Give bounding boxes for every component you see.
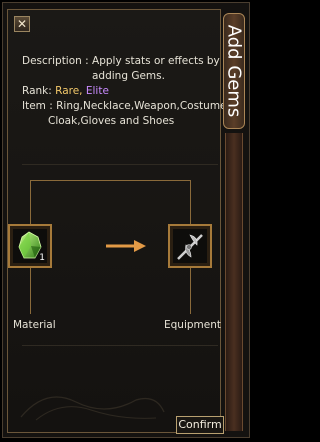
equipment-caption: Equipment (164, 319, 221, 331)
description-row: Description : Apply stats or effects by (22, 54, 222, 69)
rank-elite: Elite (85, 85, 109, 97)
rank-rare: Rare, (55, 85, 83, 97)
equipment-slot[interactable] (168, 224, 212, 268)
top-connector-line (30, 180, 190, 181)
material-count: 1 (39, 253, 45, 263)
material-caption: Material (13, 319, 56, 331)
description-text-row-2: adding Gems. (22, 69, 222, 84)
left-top-line (30, 180, 31, 224)
material-slot-inner: 1 (13, 229, 47, 263)
add-gems-window: ✕ Description : Apply stats or effects b… (2, 2, 250, 438)
decorative-scroll (20, 396, 165, 421)
rank-label: Rank: (22, 85, 52, 97)
add-gems-tab: Add Gems (223, 13, 245, 129)
side-tab-title: Add Gems (223, 24, 245, 118)
right-bottom-line (190, 268, 191, 314)
material-slot[interactable]: 1 (8, 224, 52, 268)
right-top-line (190, 180, 191, 224)
decorative-pillar (225, 133, 243, 431)
equipment-slot-inner (173, 229, 207, 263)
close-icon[interactable]: ✕ (14, 16, 30, 32)
item-line-2: Cloak,Gloves and Shoes (48, 115, 175, 127)
right-arrow-icon (106, 240, 146, 252)
item-label: Item : (22, 100, 53, 112)
weapon-axe-icon (177, 234, 203, 260)
confirm-button[interactable]: Confirm (176, 416, 224, 434)
item-row: Item : Ring,Necklace,Weapon,Costume (22, 99, 227, 114)
description-text-1: Apply stats or effects by (92, 55, 220, 67)
description-block: Description : Apply stats or effects by … (22, 54, 227, 129)
description-label: Description : (22, 55, 89, 67)
rank-row: Rank: Rare, Elite (22, 84, 222, 99)
description-text-2: adding Gems. (92, 70, 165, 82)
left-bottom-line (30, 268, 31, 314)
item-row-2: Cloak,Gloves and Shoes (22, 114, 222, 129)
item-line-1: Ring,Necklace,Weapon,Costume (56, 100, 227, 112)
main-panel: ✕ Description : Apply stats or effects b… (7, 9, 227, 433)
